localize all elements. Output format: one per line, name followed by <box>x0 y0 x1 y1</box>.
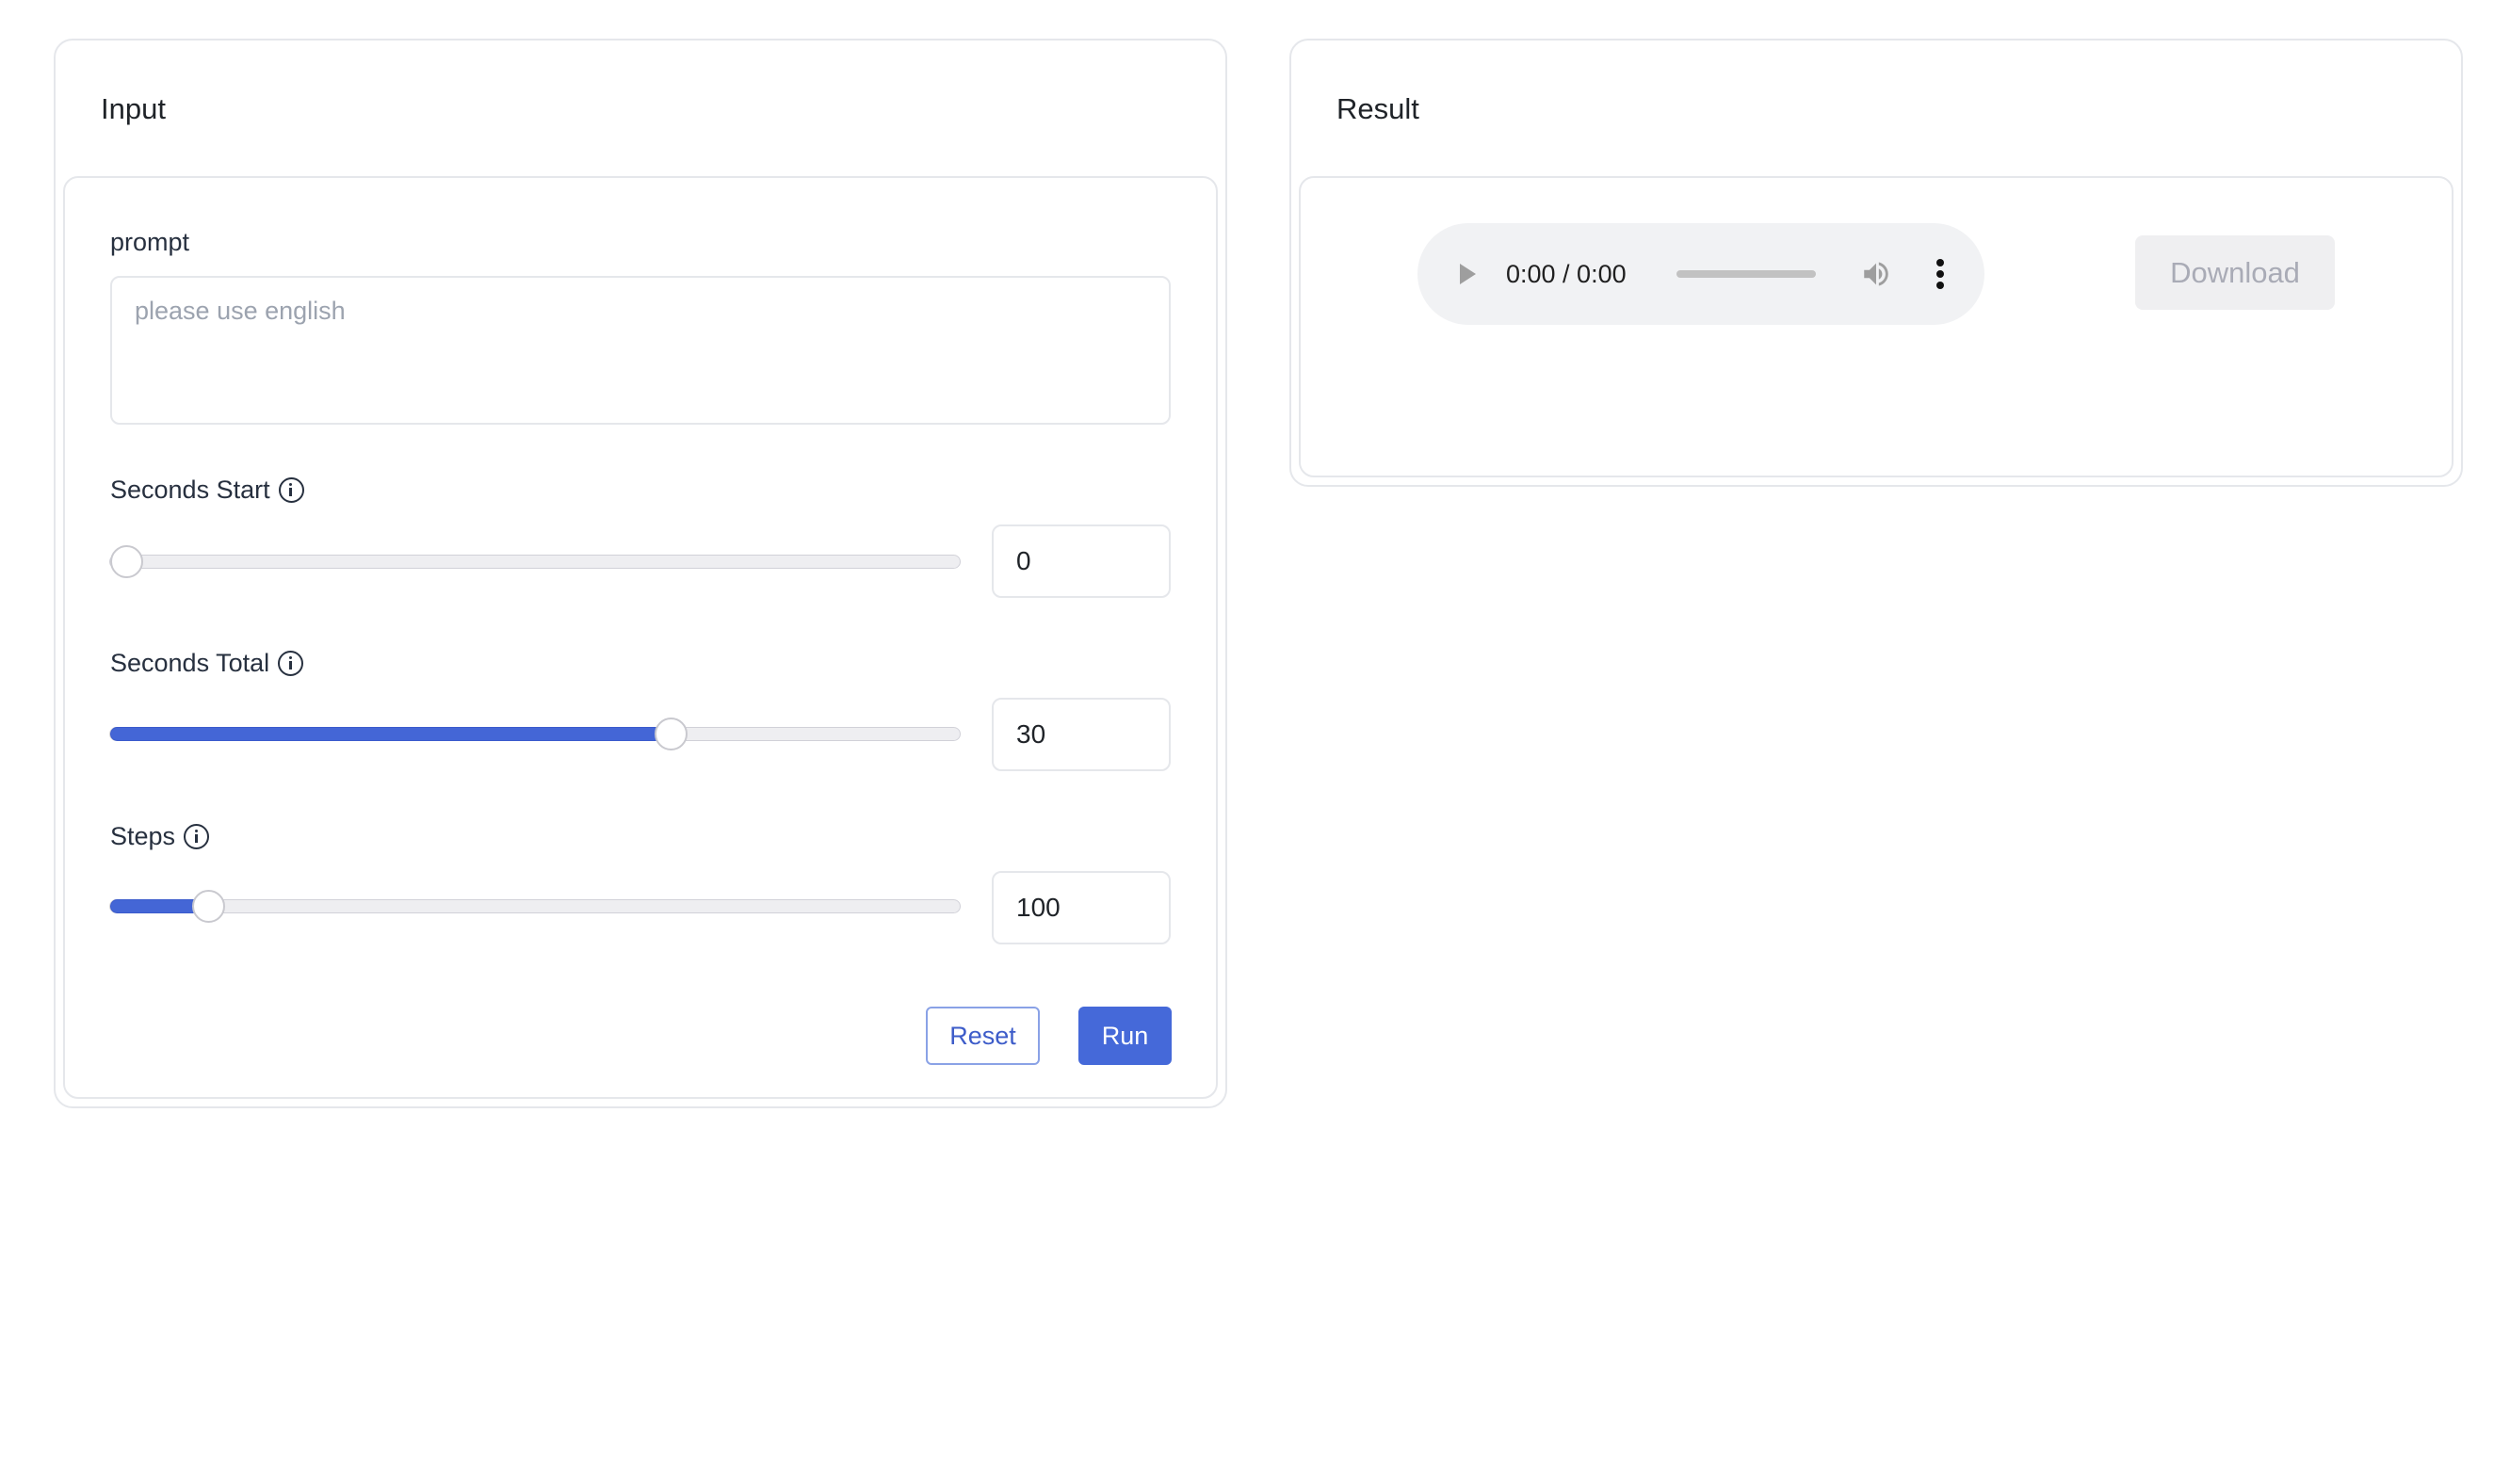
seconds-total-slider[interactable] <box>109 717 961 750</box>
info-circle-icon[interactable] <box>278 651 304 676</box>
seconds-start-label-text: Seconds Start <box>110 476 270 504</box>
steps-input[interactable] <box>992 871 1171 944</box>
play-icon[interactable] <box>1460 264 1476 284</box>
seconds-total-slider-thumb[interactable] <box>655 717 688 750</box>
more-vertical-icon[interactable] <box>1931 257 1950 291</box>
volume-icon[interactable] <box>1860 258 1892 290</box>
prompt-label: prompt <box>110 228 190 256</box>
steps-label-text: Steps <box>110 822 176 850</box>
result-panel-title: Result <box>1336 92 1419 125</box>
seconds-total-slider-fill <box>110 726 672 741</box>
run-button[interactable]: Run <box>1078 1007 1172 1065</box>
info-circle-icon[interactable] <box>278 477 304 503</box>
seconds-start-slider-thumb[interactable] <box>110 544 143 578</box>
seconds-total-input[interactable] <box>992 698 1171 771</box>
seconds-total-label: Seconds Total <box>110 649 304 677</box>
audio-time-display: 0:00 / 0:00 <box>1506 260 1627 288</box>
info-circle-icon[interactable] <box>184 824 210 849</box>
result-output-container <box>1299 176 2454 477</box>
download-button[interactable]: Download <box>2135 235 2335 310</box>
steps-slider[interactable] <box>109 889 961 923</box>
steps-slider-thumb[interactable] <box>191 889 225 923</box>
steps-label: Steps <box>110 822 210 850</box>
seconds-start-label: Seconds Start <box>110 477 304 503</box>
audio-player[interactable]: 0:00 / 0:00 <box>1417 223 1984 325</box>
seconds-start-input[interactable] <box>992 524 1171 598</box>
audio-progress-bar[interactable] <box>1676 270 1816 278</box>
seconds-total-label-text: Seconds Total <box>110 649 270 677</box>
input-panel-title: Input <box>101 92 166 125</box>
seconds-start-slider[interactable] <box>109 544 961 578</box>
prompt-textarea[interactable] <box>110 276 1171 425</box>
reset-button[interactable]: Reset <box>926 1007 1040 1065</box>
